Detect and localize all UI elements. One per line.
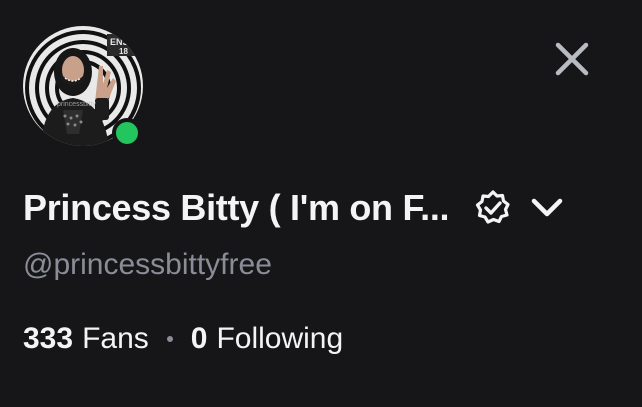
verified-badge-icon — [476, 190, 510, 224]
separator-dot — [166, 336, 173, 342]
expand-profile-button[interactable] — [525, 186, 569, 230]
chevron-down-icon — [532, 198, 563, 217]
following-count: 0 — [190, 322, 208, 355]
username-handle: @princessbittyfree — [23, 248, 272, 281]
close-button[interactable] — [550, 37, 594, 81]
profile-card: ENS 18 princessbitty Princess Bitty ( I'… — [0, 0, 642, 407]
verified-badge — [473, 188, 513, 228]
fans-label: Fans — [82, 322, 149, 355]
avatar-container[interactable]: ENS 18 princessbitty — [23, 26, 143, 148]
fans-stat[interactable]: 333 Fans — [23, 322, 149, 356]
online-status-indicator — [112, 118, 142, 148]
following-stat[interactable]: 0 Following — [191, 322, 343, 356]
avatar-badge-text: ENS — [110, 37, 129, 47]
close-icon — [555, 42, 589, 76]
svg-text:18: 18 — [119, 47, 128, 56]
following-label: Following — [216, 322, 344, 355]
fans-count: 333 — [23, 322, 74, 355]
display-name: Princess Bitty ( I'm on F... — [23, 187, 450, 228]
stats-row: 333 Fans 0 Following — [23, 322, 343, 356]
name-row: Princess Bitty ( I'm on F... — [23, 184, 623, 232]
avatar-watermark: princessbitty — [57, 101, 96, 108]
